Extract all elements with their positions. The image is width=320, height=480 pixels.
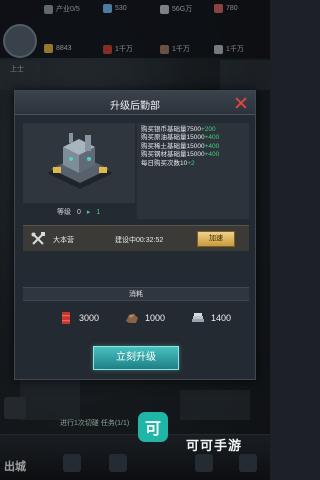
level-next: 1 xyxy=(96,208,101,216)
upgrade-dialog: 升级后勤部 等级 0 ▸ 1 购买银币基础量7500+200 购买原油基础量15… xyxy=(14,90,256,380)
requirement-status: 建设中00:32:52 xyxy=(115,237,164,244)
upgrade-now-button[interactable]: 立刻升级 xyxy=(93,346,179,370)
cost-oil: 3000 xyxy=(59,311,99,325)
upgrade-info: 购买银币基础量7500+200 购买原油基础量15000+400 购买稀土基础量… xyxy=(137,123,249,219)
cost-row: 3000 1000 1400 xyxy=(23,303,249,333)
dialog-title: 升级后勤部 xyxy=(110,101,160,112)
cost-header: 消耗 xyxy=(23,287,249,301)
level-current: 0 xyxy=(77,208,81,216)
cost-steel: 1400 xyxy=(191,311,231,325)
info-line: 购买原油基础量15000+400 xyxy=(141,134,220,142)
wrench-hammer-icon xyxy=(31,232,45,245)
info-line: 每日购买次数10+2 xyxy=(141,159,195,167)
building-icon xyxy=(47,133,113,189)
watermark-logo: 可 xyxy=(138,412,168,442)
oil-barrel-icon xyxy=(62,312,70,324)
requirement-row: 大本营 建设中00:32:52 加速 xyxy=(23,225,249,251)
ore-icon xyxy=(126,314,138,323)
close-icon[interactable] xyxy=(234,96,248,110)
level-row: 等级 0 ▸ 1 xyxy=(23,205,135,219)
level-label: 等级 xyxy=(57,209,71,216)
cost-ore: 1000 xyxy=(125,311,165,325)
info-line: 购买稀土基础量15000+400 xyxy=(141,142,220,150)
watermark-text: 可可手游 xyxy=(186,438,243,453)
arrow-right-icon: ▸ xyxy=(86,209,91,216)
dialog-header: 升级后勤部 xyxy=(15,91,255,115)
info-line: 购买钢材基础量15000+400 xyxy=(141,151,220,159)
requirement-building: 大本营 xyxy=(53,237,74,244)
speed-up-button[interactable]: 加速 xyxy=(197,231,235,247)
building-preview xyxy=(23,123,135,203)
steel-icon xyxy=(192,313,204,322)
